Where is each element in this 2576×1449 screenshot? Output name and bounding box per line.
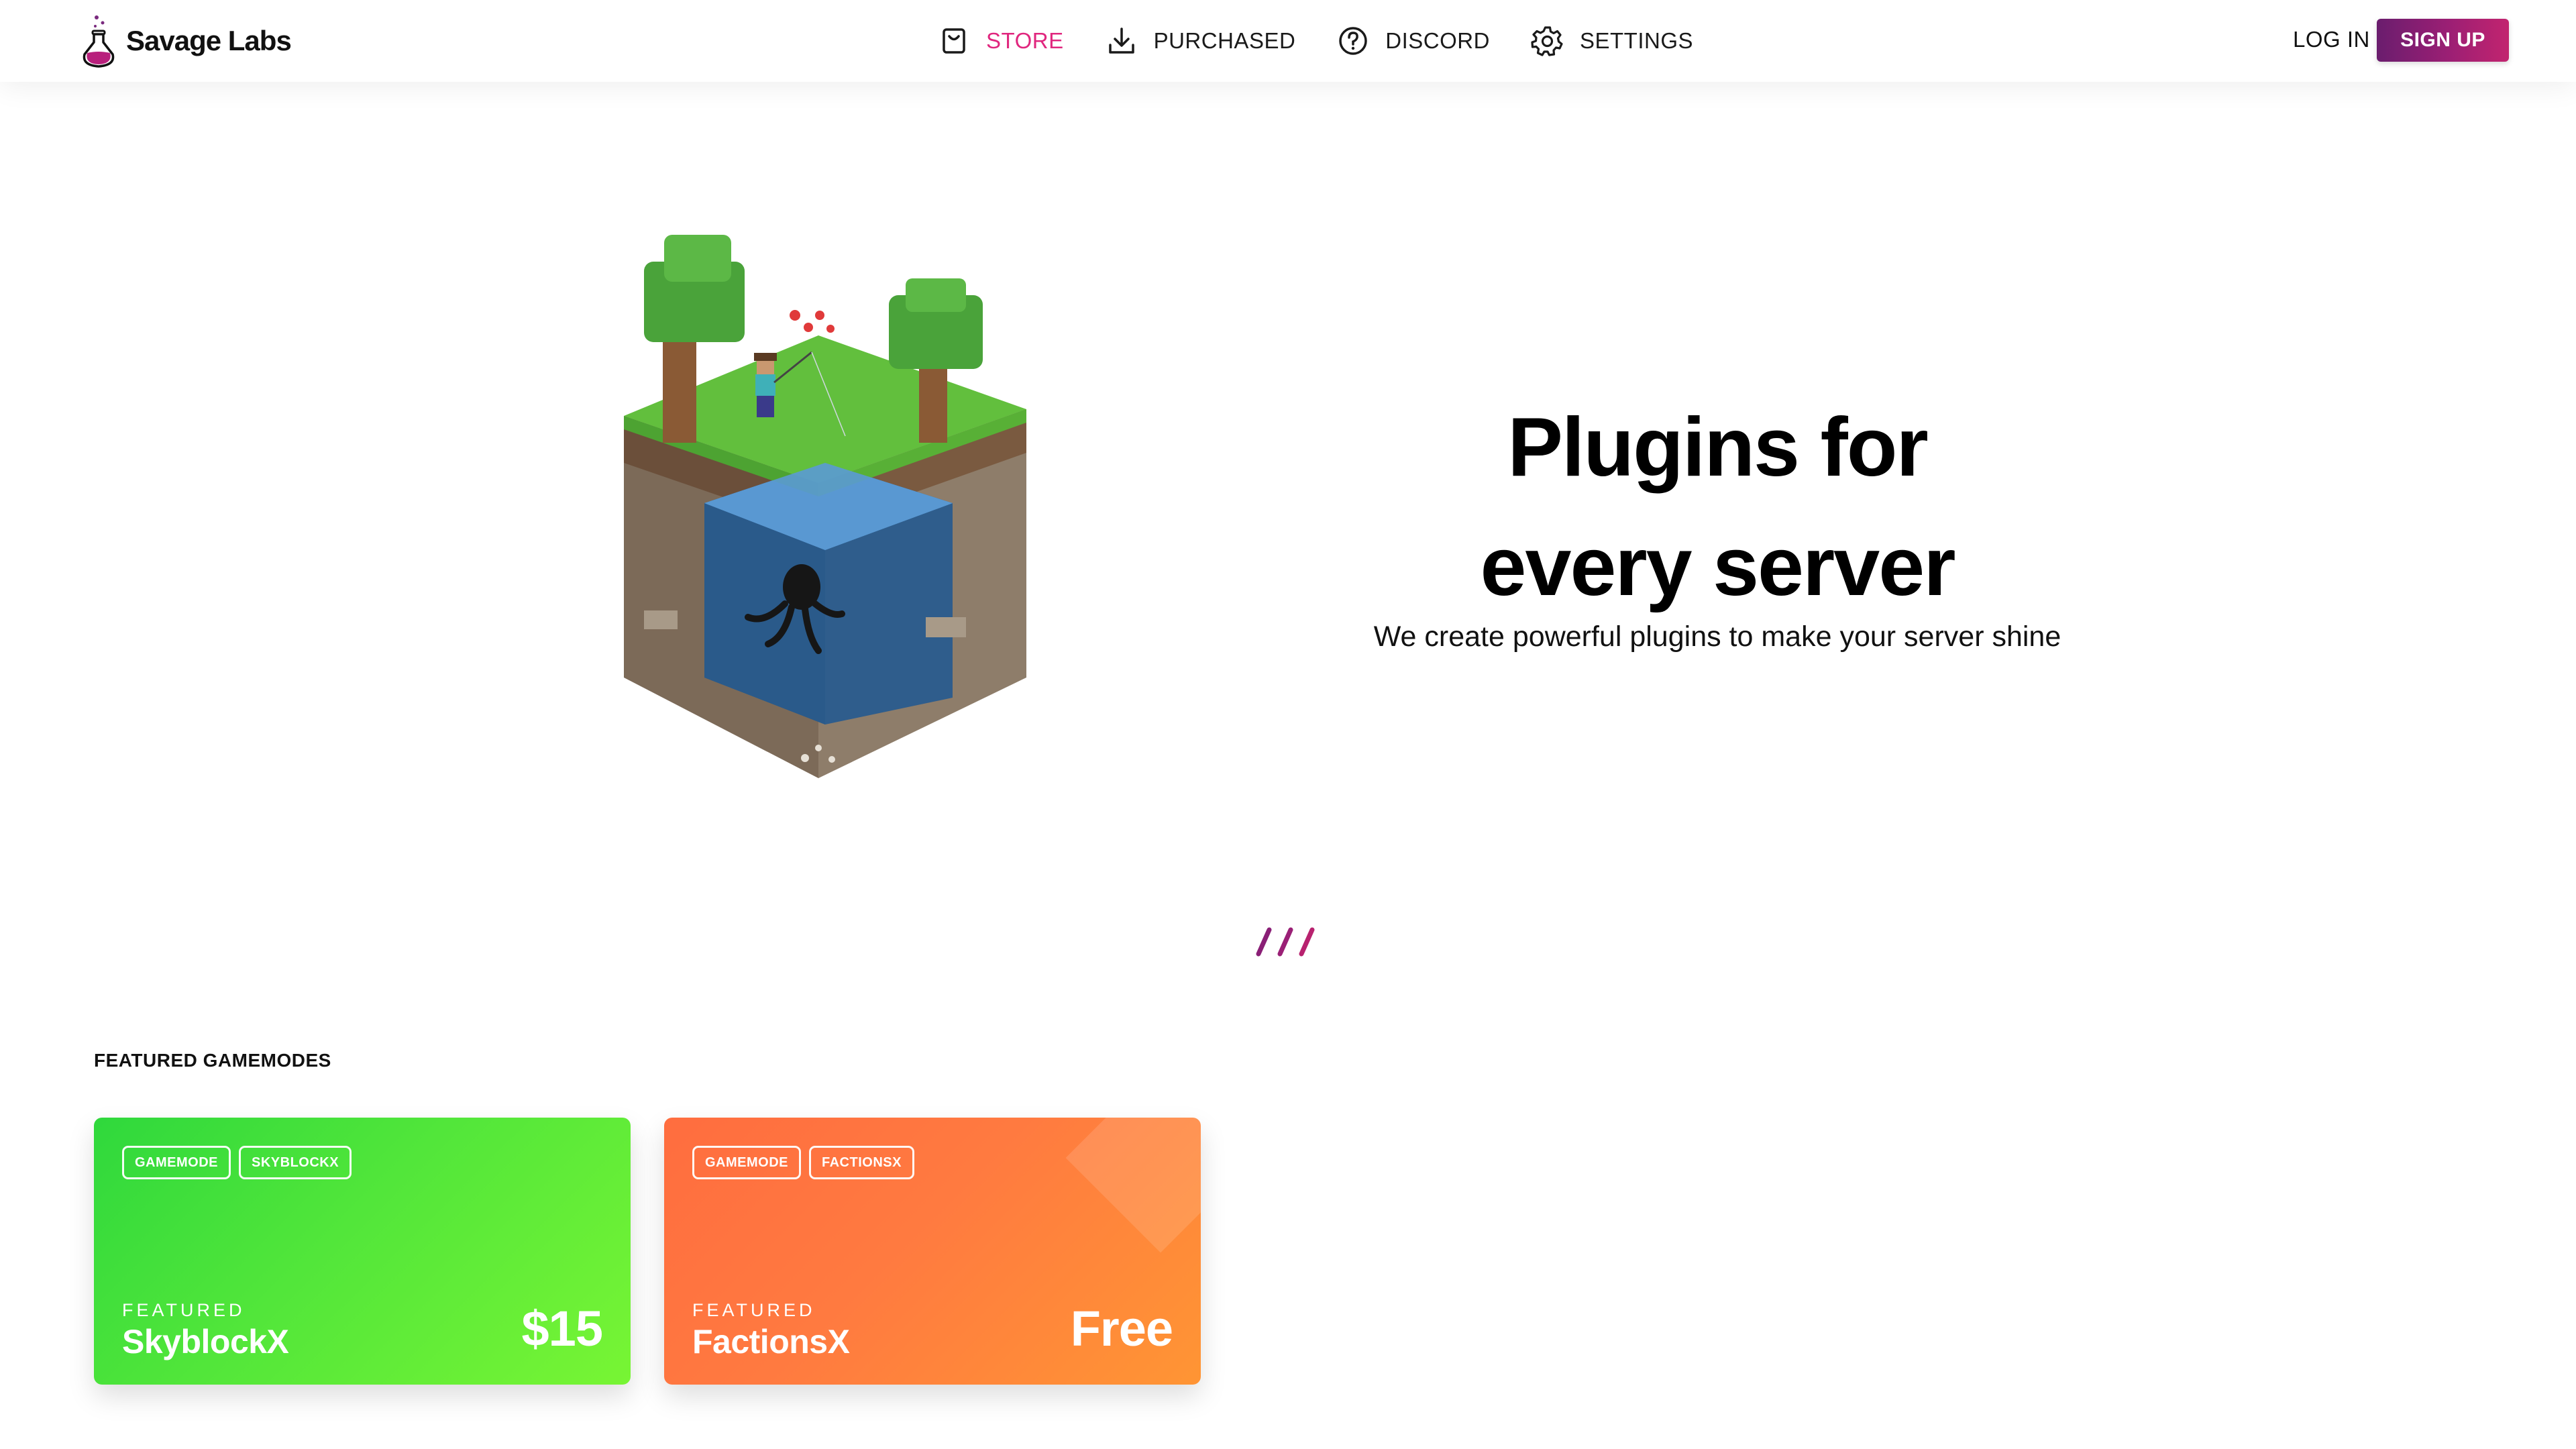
top-navigation-bar: Savage Labs STORE PURCHASED DISCORD SETT… bbox=[0, 0, 2576, 82]
main-nav: STORE PURCHASED DISCORD SETTINGS bbox=[936, 21, 1693, 60]
help-circle-icon bbox=[1339, 27, 1368, 55]
nav-item-purchased[interactable]: PURCHASED bbox=[1104, 23, 1296, 58]
card-tags: GAMEMODE FACTIONSX bbox=[692, 1146, 922, 1179]
card-price: Free bbox=[1070, 1301, 1173, 1356]
hero-title-line-2: every server bbox=[1480, 521, 1956, 613]
nav-item-discord[interactable]: DISCORD bbox=[1336, 23, 1490, 58]
card-title: SkyblockX bbox=[122, 1323, 289, 1360]
signup-button[interactable]: SIGN UP bbox=[2377, 19, 2509, 62]
minecraft-island-illustration bbox=[624, 235, 1026, 778]
potion-flask-icon bbox=[83, 15, 115, 68]
hero-title-line-1: Plugins for bbox=[1507, 401, 1929, 494]
card-tags: GAMEMODE SKYBLOCKX bbox=[122, 1146, 360, 1179]
hero-subtitle: We create powerful plugins to make your … bbox=[1373, 621, 2061, 653]
nav-label-discord: DISCORD bbox=[1385, 28, 1490, 53]
tag-gamemode[interactable]: GAMEMODE bbox=[122, 1146, 231, 1179]
featured-gamemodes-heading: FEATURED GAMEMODES bbox=[94, 1050, 331, 1071]
gamemode-card-factionsx[interactable]: GAMEMODE FACTIONSX FEATURED FactionsX Fr… bbox=[664, 1118, 1201, 1385]
tag-skyblockx[interactable]: SKYBLOCKX bbox=[239, 1146, 352, 1179]
shopping-bag-icon bbox=[943, 28, 965, 54]
card-featured-label: FEATURED bbox=[122, 1300, 246, 1320]
nav-label-purchased: PURCHASED bbox=[1153, 28, 1296, 53]
card-corner-decoration bbox=[1065, 1118, 1201, 1253]
section-divider-slashes-icon bbox=[1256, 927, 1315, 957]
nav-item-settings[interactable]: SETTINGS bbox=[1530, 23, 1693, 58]
login-link[interactable]: LOG IN bbox=[2293, 27, 2370, 52]
card-title: FactionsX bbox=[692, 1323, 850, 1360]
tag-factionsx[interactable]: FACTIONSX bbox=[809, 1146, 914, 1179]
tag-gamemode[interactable]: GAMEMODE bbox=[692, 1146, 801, 1179]
download-icon bbox=[1108, 28, 1134, 54]
brand-logo[interactable]: Savage Labs bbox=[79, 12, 292, 70]
nav-label-settings: SETTINGS bbox=[1579, 28, 1694, 53]
nav-item-store[interactable]: STORE bbox=[936, 23, 1064, 58]
card-featured-label: FEATURED bbox=[692, 1300, 816, 1320]
nav-label-store: STORE bbox=[986, 28, 1064, 53]
brand-name: Savage Labs bbox=[126, 25, 292, 56]
hero-title: Plugins for every server bbox=[1248, 388, 2187, 627]
gear-icon bbox=[1531, 26, 1563, 56]
card-price: $15 bbox=[521, 1301, 603, 1356]
gamemode-card-skyblockx[interactable]: GAMEMODE SKYBLOCKX FEATURED SkyblockX $1… bbox=[94, 1118, 631, 1385]
